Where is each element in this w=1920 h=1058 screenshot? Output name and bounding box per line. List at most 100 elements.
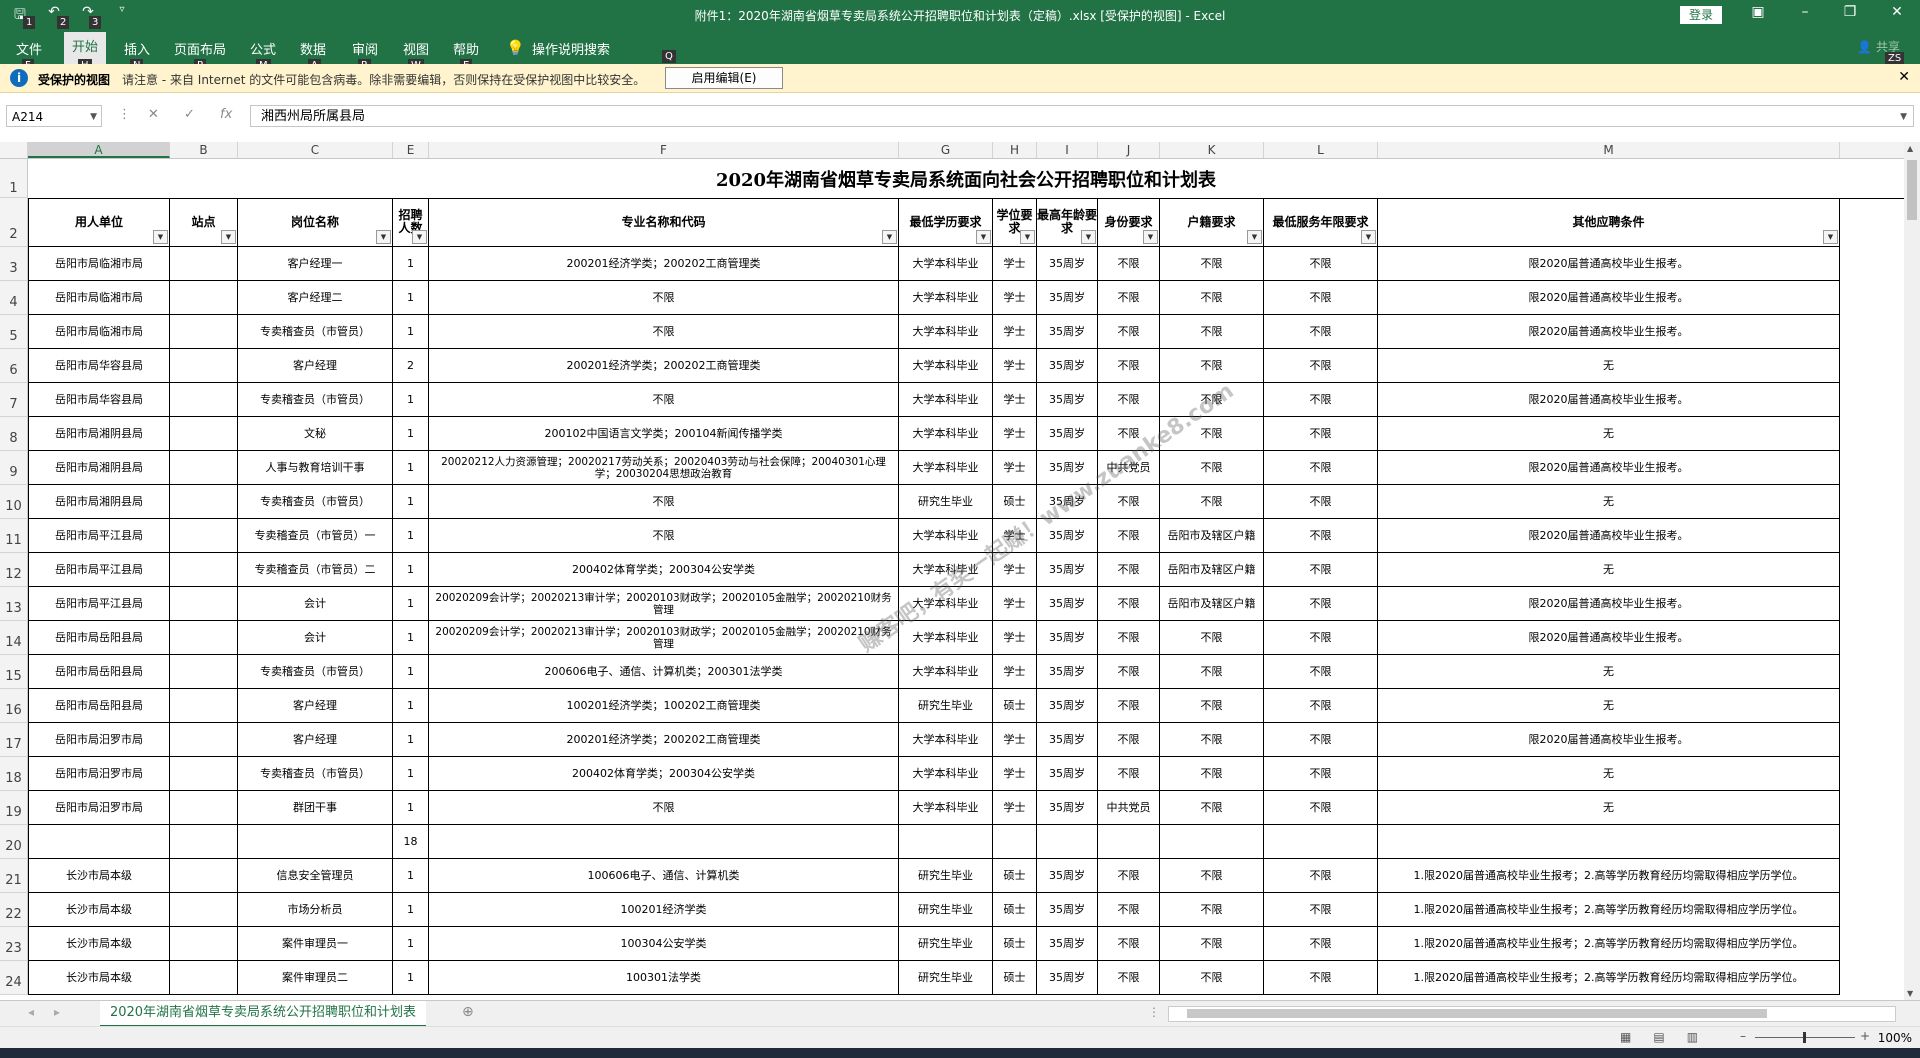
table-cell[interactable]: 不限 [1264,519,1378,553]
table-cell[interactable] [238,825,393,859]
table-cell[interactable]: 硕士 [993,927,1037,961]
table-cell[interactable] [170,791,238,825]
table-cell[interactable]: 不限 [1264,587,1378,621]
filter-dropdown-icon[interactable]: ▼ [1823,230,1838,244]
table-cell[interactable]: 不限 [429,281,899,315]
table-cell[interactable]: 不限 [1264,451,1378,485]
table-cell[interactable]: 1 [393,893,429,927]
tell-me-search[interactable]: 操作说明搜索 [532,39,610,58]
table-cell[interactable]: 限2020届普通高校毕业生报考。 [1378,383,1840,417]
table-cell[interactable]: 无 [1378,417,1840,451]
table-cell[interactable]: 100606电子、通信、计算机类 [429,859,899,893]
table-cell[interactable]: 学士 [993,383,1037,417]
sheet-prev-icon[interactable]: ◂ [28,1005,34,1019]
table-cell[interactable]: 硕士 [993,859,1037,893]
table-cell[interactable]: 1 [393,519,429,553]
table-cell[interactable]: 不限 [1264,247,1378,281]
table-cell[interactable]: 岳阳市局岳阳县局 [28,689,170,723]
table-cell[interactable]: 大学本科毕业 [899,281,993,315]
table-cell[interactable]: 不限 [1098,247,1160,281]
table-cell[interactable] [170,893,238,927]
table-cell[interactable]: 岳阳市局湘阴县局 [28,451,170,485]
table-cell[interactable]: 200102中国语言文学类；200104新闻传播学类 [429,417,899,451]
tab-help[interactable]: 帮助 [453,39,479,58]
table-cell[interactable]: 20020212人力资源管理；20020217劳动关系；20020403劳动与社… [429,451,899,485]
table-cell[interactable] [170,417,238,451]
filter-dropdown-icon[interactable]: ▼ [153,230,168,244]
table-cell[interactable]: 岳阳市局临湘市局 [28,247,170,281]
table-cell[interactable]: 35周岁 [1037,757,1098,791]
table-cell[interactable]: 长沙市局本级 [28,859,170,893]
table-cell[interactable]: 大学本科毕业 [899,723,993,757]
table-cell[interactable]: 20020209会计学；20020213审计学；20020103财政学；2002… [429,587,899,621]
table-cell[interactable]: 不限 [429,315,899,349]
table-cell[interactable]: 信息安全管理员 [238,859,393,893]
table-cell[interactable]: 无 [1378,655,1840,689]
table-cell[interactable]: 研究生毕业 [899,485,993,519]
table-cell[interactable] [899,825,993,859]
table-cell[interactable]: 岳阳市局平江县局 [28,587,170,621]
row-header[interactable]: 10 [0,485,28,519]
table-cell[interactable] [170,519,238,553]
table-cell[interactable]: 专卖稽查员（市管员） [238,383,393,417]
table-cell[interactable]: 专卖稽查员（市管员） [238,485,393,519]
table-cell[interactable]: 不限 [1098,519,1160,553]
table-cell[interactable] [170,621,238,655]
table-cell[interactable]: 200201经济学类；200202工商管理类 [429,723,899,757]
scroll-up-icon[interactable]: ▲ [1907,144,1913,153]
table-cell[interactable]: 35周岁 [1037,791,1098,825]
table-cell[interactable]: 不限 [1264,485,1378,519]
row-header[interactable]: 19 [0,791,28,825]
table-cell[interactable] [170,315,238,349]
table-cell[interactable]: 岳阳市及辖区户籍 [1160,553,1264,587]
normal-view-icon[interactable]: ▦ [1620,1030,1631,1044]
minimize-icon[interactable]: – [1795,4,1815,20]
table-cell[interactable]: 客户经理 [238,349,393,383]
table-cell[interactable] [170,281,238,315]
zoom-out-icon[interactable]: – [1740,1029,1746,1043]
tab-page-layout[interactable]: 页面布局 [174,39,226,58]
table-cell[interactable]: 1 [393,587,429,621]
table-cell[interactable]: 1.限2020届普通高校毕业生报考；2.高等学历教育经历均需取得相应学历学位。 [1378,961,1840,995]
page-layout-view-icon[interactable]: ▤ [1653,1030,1664,1044]
table-cell[interactable]: 1 [393,417,429,451]
vertical-scrollbar[interactable]: ▲ ▼ [1904,142,1920,1000]
table-cell[interactable]: 不限 [429,383,899,417]
table-cell[interactable] [429,825,899,859]
table-cell[interactable]: 客户经理 [238,723,393,757]
table-cell[interactable]: 限2020届普通高校毕业生报考。 [1378,621,1840,655]
table-cell[interactable]: 研究生毕业 [899,859,993,893]
table-cell[interactable]: 35周岁 [1037,621,1098,655]
table-cell[interactable]: 岳阳市局平江县局 [28,519,170,553]
table-cell[interactable]: 35周岁 [1037,655,1098,689]
header-cell[interactable]: 其他应聘条件 [1378,198,1840,247]
table-cell[interactable]: 岳阳市局平江县局 [28,553,170,587]
table-cell[interactable]: 研究生毕业 [899,927,993,961]
column-header[interactable]: K [1160,142,1264,158]
column-header[interactable]: A [28,142,170,158]
table-cell[interactable] [170,587,238,621]
table-cell[interactable]: 不限 [1264,349,1378,383]
table-cell[interactable]: 学士 [993,791,1037,825]
table-cell[interactable]: 学士 [993,315,1037,349]
name-box[interactable]: A214 ▼ [6,105,102,127]
filter-dropdown-icon[interactable]: ▼ [1247,230,1262,244]
table-cell[interactable]: 35周岁 [1037,247,1098,281]
zoom-knob[interactable] [1803,1032,1806,1043]
login-button[interactable]: 登录 [1680,6,1722,24]
table-cell[interactable]: 学士 [993,247,1037,281]
table-cell[interactable]: 学士 [993,281,1037,315]
table-cell[interactable]: 市场分析员 [238,893,393,927]
table-cell[interactable]: 不限 [1264,961,1378,995]
table-cell[interactable]: 案件审理员一 [238,927,393,961]
table-cell[interactable]: 大学本科毕业 [899,417,993,451]
table-cell[interactable]: 不限 [1098,349,1160,383]
zoom-slider[interactable] [1755,1032,1855,1043]
zoom-level[interactable]: 100% [1878,1031,1912,1045]
table-cell[interactable]: 不限 [1264,689,1378,723]
row-header[interactable]: 8 [0,417,28,451]
table-cell[interactable]: 岳阳市及辖区户籍 [1160,519,1264,553]
table-cell[interactable] [170,485,238,519]
table-cell[interactable]: 人事与教育培训干事 [238,451,393,485]
scroll-thumb[interactable] [1907,160,1917,220]
